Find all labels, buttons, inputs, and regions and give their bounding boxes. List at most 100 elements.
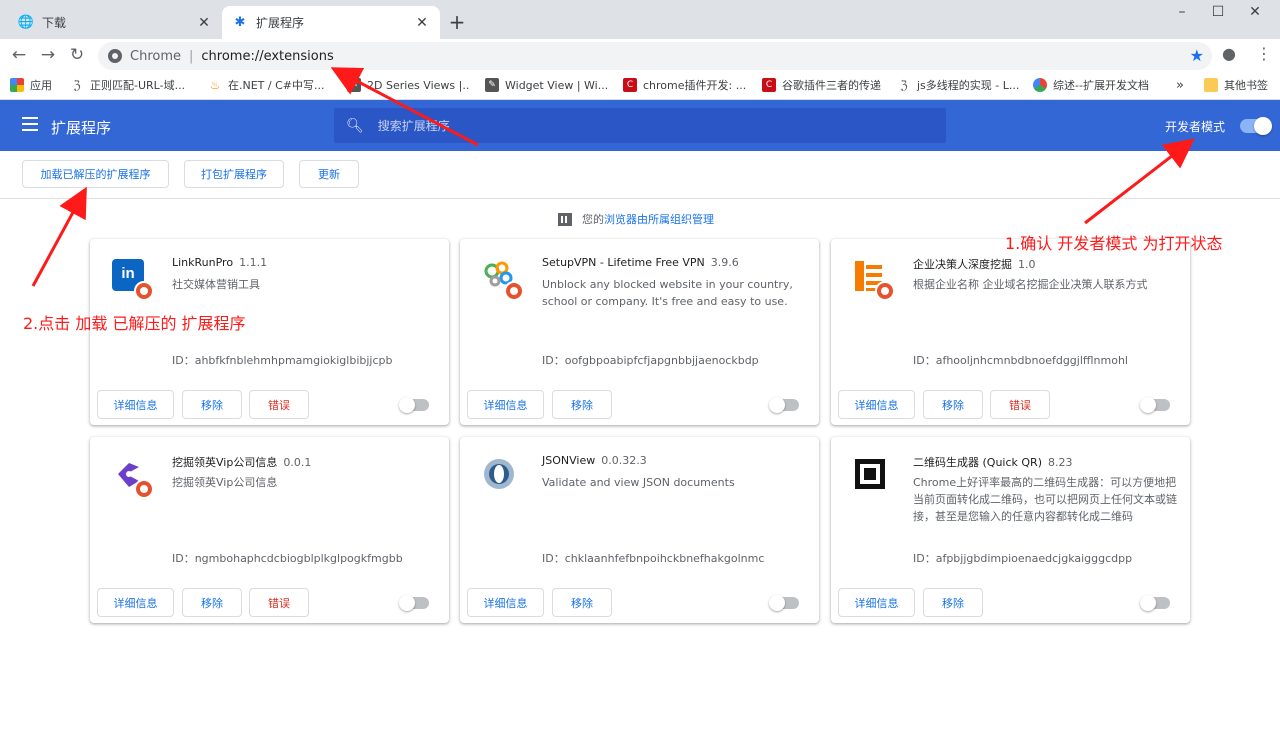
remove-button[interactable]: 移除	[923, 588, 983, 617]
site-icon: ℨ	[73, 78, 81, 92]
vpn-icon	[482, 259, 524, 301]
qr-icon	[853, 457, 889, 493]
unpacked-badge-icon	[504, 281, 524, 301]
remove-button[interactable]: 移除	[552, 588, 612, 617]
bookmark-folder-other[interactable]: 其他书签	[1204, 76, 1276, 94]
load-unpacked-button[interactable]: 加载已解压的扩展程序	[22, 160, 169, 188]
enable-toggle[interactable]	[1140, 397, 1170, 413]
maximize-button[interactable]: ☐	[1203, 4, 1233, 24]
bookmark-item[interactable]: ℨ js多线程的实现 - L...	[897, 76, 1021, 94]
close-tab-icon[interactable]: ✕	[414, 15, 430, 31]
building-icon	[853, 259, 895, 301]
details-button[interactable]: 详细信息	[97, 390, 174, 419]
page-title: 扩展程序	[51, 119, 112, 137]
hamburger-menu-icon[interactable]	[22, 117, 38, 131]
building-icon	[558, 212, 572, 226]
errors-button[interactable]: 错误	[249, 390, 309, 419]
profile-icon[interactable]: ●	[1222, 44, 1236, 63]
bookmark-item[interactable]: C 谷歌插件三者的传递	[762, 76, 884, 94]
address-bar[interactable]: Chrome | chrome://extensions ★	[98, 42, 1212, 70]
bookmark-item[interactable]: 综述--扩展开发文档	[1033, 76, 1161, 94]
remove-button[interactable]: 移除	[182, 390, 242, 419]
extension-version: 0.0.32.3	[601, 454, 647, 467]
extension-id: ID：afpbjjgbdimpioenaedcjgkaigggcdpp	[913, 552, 1133, 565]
enable-toggle[interactable]	[399, 595, 429, 611]
details-button[interactable]: 详细信息	[467, 390, 544, 419]
dev-mode-toggle[interactable]	[1240, 117, 1272, 135]
bookmark-star-icon[interactable]: ★	[1190, 46, 1204, 65]
extension-description: Unblock any blocked website in your coun…	[542, 278, 793, 308]
search-box[interactable]: 🔍︎	[334, 108, 946, 143]
address-separator: |	[189, 48, 194, 64]
bookmark-item[interactable]: C chrome插件开发: ...	[623, 76, 751, 94]
unpacked-badge-icon	[134, 479, 154, 499]
tab-extensions[interactable]: ✱ 扩展程序 ✕	[222, 6, 440, 39]
reload-icon[interactable]: ↻	[66, 45, 88, 67]
enable-toggle[interactable]	[399, 397, 429, 413]
extension-version: 8.23	[1047, 456, 1073, 469]
new-tab-button[interactable]: +	[446, 12, 468, 34]
annotation-step2: 2.点击 加载 已解压的 扩展程序	[23, 314, 246, 333]
errors-button[interactable]: 错误	[990, 390, 1050, 419]
extension-name: SetupVPN - Lifetime Free VPN	[542, 256, 705, 269]
update-button[interactable]: 更新	[299, 160, 359, 188]
bookmarks-bar: 应用 ℨ 正则匹配-URL-域... ♨ 在.NET / C#中写... ✎ 2…	[0, 71, 1280, 100]
enable-toggle[interactable]	[769, 595, 799, 611]
extension-id: ID：oofgbpoabipfcfjapgnbbjjaenockbdp	[542, 354, 759, 367]
dev-actions-bar: 加载已解压的扩展程序 打包扩展程序 更新	[0, 151, 1280, 199]
close-window-button[interactable]: ✕	[1240, 4, 1270, 24]
e-logo-icon	[112, 457, 154, 499]
enable-toggle[interactable]	[1140, 595, 1170, 611]
bookmark-item[interactable]: ✎ 2D Series Views |...	[347, 76, 469, 94]
enable-toggle[interactable]	[769, 397, 799, 413]
extension-version: 3.9.6	[710, 256, 739, 269]
search-input[interactable]	[377, 118, 938, 133]
bookmark-label: 谷歌插件三者的传递	[782, 79, 881, 92]
bookmark-item[interactable]: ✎ Widget View | Wi...	[485, 76, 607, 94]
remove-button[interactable]: 移除	[923, 390, 983, 419]
pencil-icon: ✎	[347, 78, 361, 92]
details-button[interactable]: 详细信息	[838, 390, 915, 419]
extension-card: 挖掘领英Vip公司信息 0.0.1 挖掘领英Vip公司信息 ID：ngmbohap…	[90, 437, 449, 623]
browser-toolbar: ← → ↻ Chrome | chrome://extensions ★ ● ⋮	[0, 39, 1280, 71]
extension-name-row: JSONView 0.0.32.3	[542, 454, 647, 467]
menu-kebab-icon[interactable]: ⋮	[1256, 44, 1272, 63]
chrome-page-icon	[108, 49, 122, 63]
tab-strip: 🌐 下载 ✕ ✱ 扩展程序 ✕ + – ☐ ✕	[0, 0, 1280, 39]
details-button[interactable]: 详细信息	[97, 588, 174, 617]
extension-description: 社交媒体营销工具	[172, 278, 260, 291]
remove-button[interactable]: 移除	[182, 588, 242, 617]
bookmark-item[interactable]: ♨ 在.NET / C#中写...	[208, 76, 330, 94]
bookmark-item[interactable]: 应用	[10, 76, 60, 94]
extension-name-row: 挖掘领英Vip公司信息 0.0.1	[172, 454, 311, 470]
minimize-button[interactable]: –	[1167, 4, 1197, 24]
java-icon: ♨	[209, 78, 221, 92]
globe-icon: 🌐	[17, 15, 35, 30]
extension-name: JSONView	[542, 454, 596, 467]
json-icon	[482, 457, 518, 493]
remove-button[interactable]: 移除	[552, 390, 612, 419]
forward-icon[interactable]: →	[37, 45, 59, 67]
bookmark-label: chrome插件开发: ...	[643, 79, 747, 92]
extension-name-row: 企业决策人深度挖掘 1.0	[913, 256, 1036, 272]
details-button[interactable]: 详细信息	[838, 588, 915, 617]
tab-downloads[interactable]: 🌐 下载 ✕	[8, 6, 222, 39]
bookmark-label: 在.NET / C#中写...	[228, 79, 325, 92]
bookmarks-overflow-button[interactable]: »	[1176, 76, 1188, 94]
extension-card: SetupVPN - Lifetime Free VPN 3.9.6 Unbloc…	[460, 239, 819, 425]
bookmark-item[interactable]: ℨ 正则匹配-URL-域...	[70, 76, 190, 94]
bookmark-label: 应用	[30, 79, 52, 92]
extension-description: 挖掘领英Vip公司信息	[172, 476, 278, 489]
pack-extension-button[interactable]: 打包扩展程序	[184, 160, 284, 188]
close-tab-icon[interactable]: ✕	[196, 15, 212, 31]
extension-id: ID：ahbfkfnblehmhpmamgiokiglbibjjcpb	[172, 354, 393, 367]
back-icon[interactable]: ←	[8, 45, 30, 67]
puzzle-icon: ✱	[234, 15, 246, 30]
arrow-to-load-button	[31, 186, 87, 287]
managed-link[interactable]: 浏览器由所属组织管理	[604, 211, 714, 227]
managed-notice: 您的 浏览器由所属组织管理	[558, 211, 714, 227]
details-button[interactable]: 详细信息	[467, 588, 544, 617]
errors-button[interactable]: 错误	[249, 588, 309, 617]
pencil-icon: ✎	[485, 78, 499, 92]
tab-label: 扩展程序	[256, 16, 305, 30]
